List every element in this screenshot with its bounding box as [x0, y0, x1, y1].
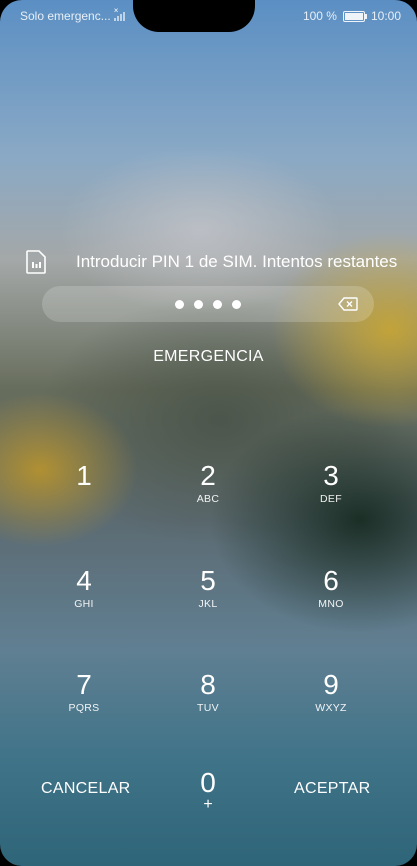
lock-screen: Solo emergenc... × 100 % 10:00 Introduci… [0, 0, 417, 866]
pin-prompt-label: Introducir PIN 1 de SIM. Intentos restan… [76, 252, 398, 271]
key-digit: 4 [76, 565, 92, 596]
camera-notch [133, 0, 255, 32]
pin-dot [232, 299, 241, 309]
key-digit: 0 [200, 767, 216, 798]
key-letters: DEF [320, 493, 342, 505]
key-0[interactable]: 0 + [158, 767, 258, 813]
key-1[interactable]: 1 [34, 461, 134, 493]
key-digit: 1 [76, 460, 92, 491]
no-signal-icon: × [113, 6, 125, 21]
pin-dots [42, 286, 374, 322]
status-bar-left: Solo emergenc... × [20, 6, 125, 23]
key-digit: 6 [323, 565, 339, 596]
emergency-button[interactable]: EMERGENCIA [0, 348, 417, 366]
key-8[interactable]: 8 TUV [158, 669, 258, 715]
key-6[interactable]: 6 MNO [281, 565, 381, 611]
key-digit: 3 [323, 460, 339, 491]
pin-dot [194, 299, 203, 309]
key-9[interactable]: 9 WXYZ [281, 669, 381, 715]
key-letters: ABC [196, 493, 220, 505]
key-3[interactable]: 3 DEF [281, 460, 381, 506]
battery-percent: 100 % [302, 9, 337, 23]
accept-button[interactable]: ACEPTAR [294, 780, 370, 798]
backspace-icon[interactable] [338, 297, 358, 311]
carrier-label: Solo emergenc... [20, 9, 111, 23]
pin-dot [213, 299, 222, 309]
key-letters: MNO [318, 598, 344, 610]
clock: 10:00 [370, 9, 401, 23]
pin-prompt: Introducir PIN 1 de SIM. Intentos restan… [26, 250, 417, 274]
key-digit: 9 [323, 669, 339, 700]
key-7[interactable]: 7 PQRS [34, 669, 134, 715]
key-digit: 7 [76, 669, 92, 700]
key-digit: 8 [200, 669, 216, 700]
status-bar-right: 100 % 10:00 [303, 9, 401, 23]
sim-card-icon [26, 250, 46, 274]
key-digit: 5 [200, 565, 216, 596]
pin-input-field[interactable] [42, 286, 374, 322]
key-digit: 2 [200, 460, 216, 491]
key-letters: PQRS [68, 702, 100, 714]
key-plus: + [203, 796, 213, 813]
pin-dot [175, 299, 184, 309]
battery-full-icon [342, 10, 367, 22]
key-letters: WXYZ [315, 702, 347, 714]
key-letters: JKL [198, 598, 218, 610]
key-5[interactable]: 5 JKL [158, 565, 258, 611]
key-letters: GHI [74, 598, 94, 610]
key-letters: TUV [197, 702, 219, 714]
key-2[interactable]: 2 ABC [158, 460, 258, 506]
cancel-button[interactable]: CANCELAR [41, 780, 131, 798]
key-4[interactable]: 4 GHI [34, 565, 134, 611]
